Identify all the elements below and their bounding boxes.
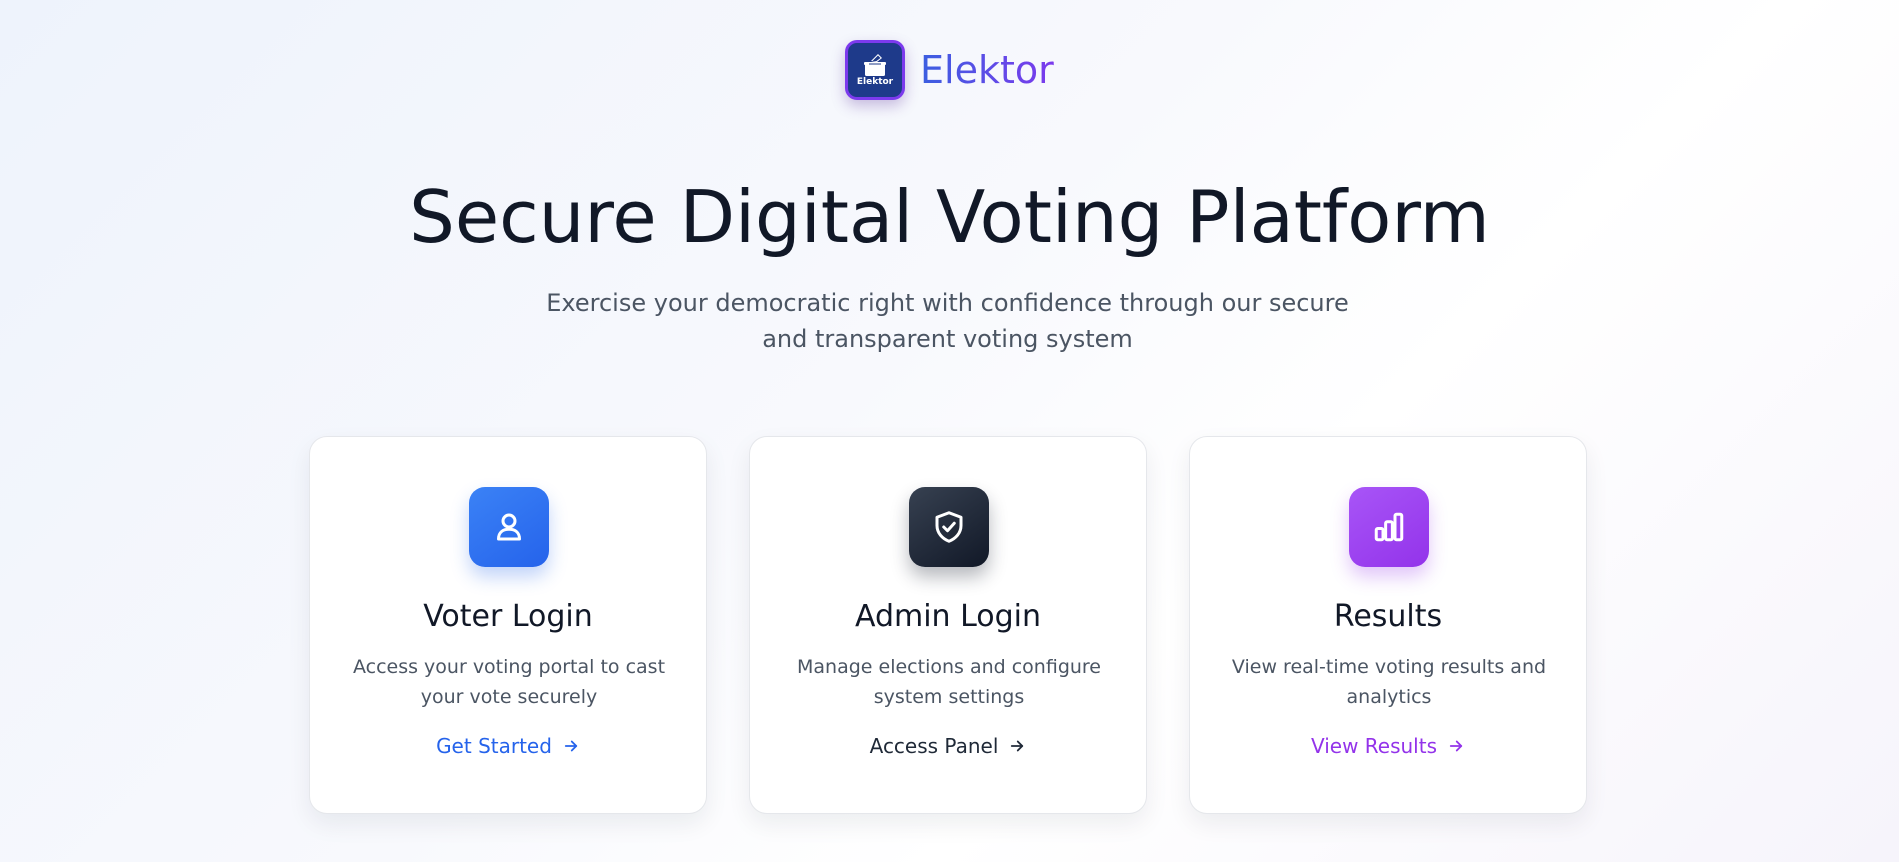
brand-logo[interactable]: Elektor <box>845 40 905 100</box>
voter-login-title: Voter Login <box>423 599 593 634</box>
brand[interactable]: Elektor Elektor <box>845 40 1054 100</box>
admin-login-card[interactable]: Admin Login Manage elections and configu… <box>749 436 1147 814</box>
ballot-box-icon <box>864 54 886 76</box>
get-started-label: Get Started <box>436 734 552 758</box>
brand-name[interactable]: Elektor <box>920 51 1054 89</box>
bar-chart-icon <box>1349 487 1429 567</box>
arrow-right-icon <box>1447 737 1465 755</box>
voter-login-card[interactable]: Voter Login Access your voting portal to… <box>309 436 707 814</box>
view-results-label: View Results <box>1310 734 1438 758</box>
view-results-link[interactable]: View Results <box>1190 733 1586 759</box>
results-card[interactable]: Results View real-time voting results an… <box>1189 436 1587 814</box>
hero-subtitle: Exercise your democratic right with conf… <box>546 289 1349 353</box>
get-started-link[interactable]: Get Started <box>310 733 706 759</box>
brand-logo-text: Elektor <box>856 77 894 87</box>
shield-check-icon <box>909 487 989 567</box>
admin-login-description: Manage elections and configure system se… <box>797 656 1101 708</box>
access-panel-label: Access Panel <box>869 734 999 758</box>
access-panel-link[interactable]: Access Panel <box>750 733 1146 759</box>
hero-title: Secure Digital Voting Platform <box>409 175 1490 259</box>
user-icon <box>469 487 549 567</box>
arrow-right-icon <box>1008 737 1026 755</box>
admin-login-title: Admin Login <box>854 599 1042 634</box>
results-title: Results <box>1333 599 1443 634</box>
results-description: View real-time voting results and analyt… <box>1231 656 1547 708</box>
arrow-right-icon <box>562 737 580 755</box>
voter-login-description: Access your voting portal to cast your v… <box>352 656 666 708</box>
